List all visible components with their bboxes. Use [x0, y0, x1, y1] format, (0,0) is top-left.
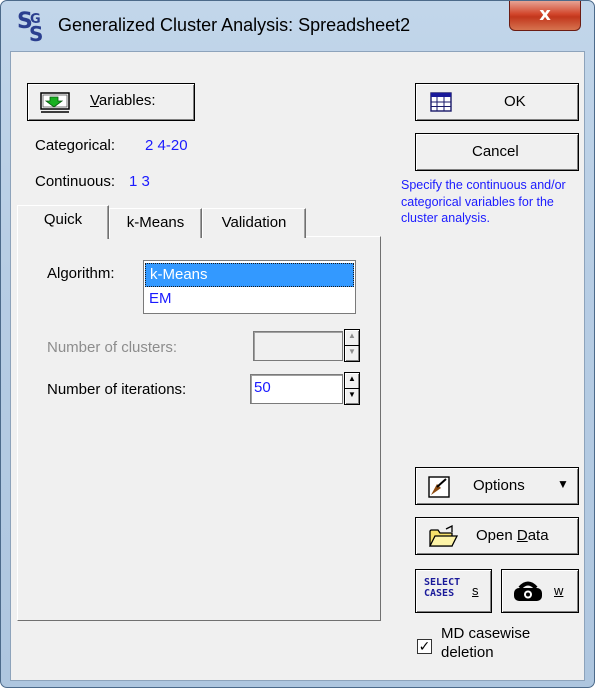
- num-clusters-label: Number of clusters:: [47, 339, 178, 356]
- cancel-label: Cancel: [472, 143, 519, 160]
- spin-down-icon[interactable]: ▼: [345, 389, 359, 405]
- window-title: Generalized Cluster Analysis: Spreadshee…: [58, 15, 411, 35]
- hint-text: Specify the continuous and/or categorica…: [401, 178, 566, 225]
- tab-quick[interactable]: Quick: [17, 205, 109, 239]
- select-cases-button[interactable]: SELECT CASES s: [415, 569, 492, 613]
- categorical-label: Categorical:: [35, 137, 116, 154]
- title-bar[interactable]: SGS Generalized Cluster Analysis: Spread…: [1, 1, 594, 51]
- options-icon: [428, 476, 450, 498]
- num-iterations-spinner[interactable]: ▲ ▼: [344, 372, 360, 405]
- variables-icon: [40, 92, 70, 113]
- weight-key: w: [554, 583, 564, 598]
- open-data-button[interactable]: Open Data: [415, 517, 579, 555]
- select-cases-icon: SELECT CASES: [424, 577, 461, 599]
- select-cases-key: s: [472, 583, 479, 598]
- options-label: Options: [473, 477, 525, 494]
- algorithm-option-k-means[interactable]: k-Means: [145, 263, 354, 287]
- tab-validation[interactable]: Validation: [202, 208, 306, 238]
- options-button[interactable]: Options ▼: [415, 467, 579, 505]
- tab-k-means[interactable]: k-Means: [109, 208, 202, 238]
- cancel-button[interactable]: Cancel: [415, 133, 579, 171]
- dropdown-arrow-icon: ▼: [557, 477, 569, 491]
- num-iterations-label: Number of iterations:: [47, 381, 187, 398]
- num-clusters-spinner[interactable]: ▲ ▼: [344, 329, 360, 362]
- variables-button-label: Variables:: [90, 92, 156, 109]
- num-iterations-field[interactable]: 50: [250, 374, 343, 404]
- ok-button[interactable]: OK: [415, 83, 579, 121]
- statistica-app-icon: SGS: [17, 9, 44, 46]
- close-button[interactable]: x: [509, 1, 581, 31]
- ok-label: OK: [504, 93, 526, 110]
- num-clusters-field[interactable]: [253, 331, 343, 361]
- continuous-label: Continuous:: [35, 173, 116, 190]
- md-casewise-label-line1: MD casewise: [441, 625, 531, 642]
- algorithm-option-em[interactable]: EM: [145, 288, 354, 312]
- open-data-label: Open Data: [476, 527, 549, 544]
- categorical-value: 2 4-20: [145, 137, 188, 154]
- algorithm-listbox[interactable]: k-Means EM: [143, 260, 356, 314]
- md-casewise-label-line2: deletion: [441, 644, 494, 661]
- open-folder-icon: [428, 525, 458, 547]
- dialog-window: SGS Generalized Cluster Analysis: Spread…: [0, 0, 595, 688]
- spin-up-icon[interactable]: ▲: [345, 373, 359, 389]
- weight-button[interactable]: w: [501, 569, 579, 613]
- algorithm-label: Algorithm:: [47, 265, 115, 282]
- weight-icon: [514, 581, 542, 601]
- variables-button[interactable]: Variables:: [27, 83, 195, 121]
- tab-strip: Quick k-Means Validation: [17, 205, 317, 241]
- spin-down-icon[interactable]: ▼: [345, 346, 359, 362]
- spreadsheet-icon: [430, 92, 452, 112]
- md-casewise-checkbox[interactable]: ✓: [417, 639, 432, 654]
- spin-up-icon[interactable]: ▲: [345, 330, 359, 346]
- continuous-value: 1 3: [129, 173, 150, 190]
